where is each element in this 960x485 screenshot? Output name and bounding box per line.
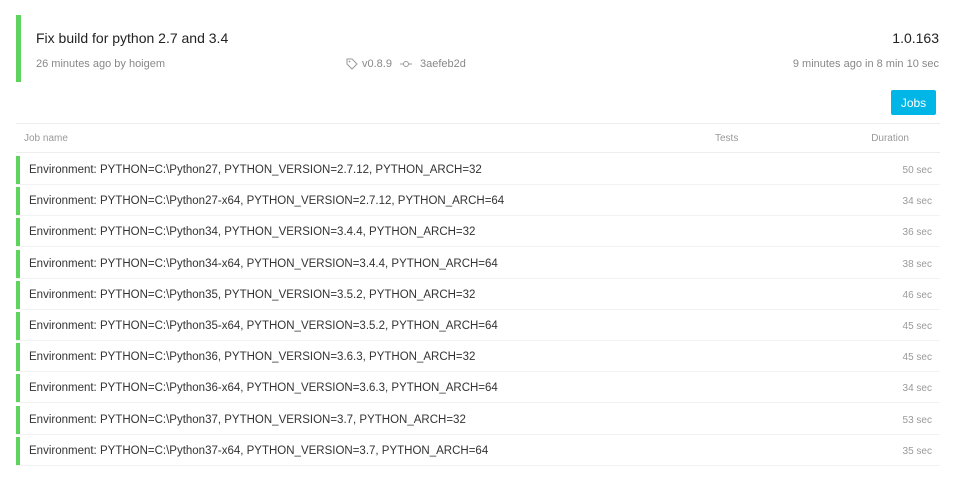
header-tests: Tests bbox=[715, 133, 739, 144]
job-status-bar bbox=[16, 405, 20, 434]
tag-icon bbox=[346, 58, 358, 70]
job-name: Environment: PYTHON=C:\Python37-x64, PYT… bbox=[29, 444, 489, 457]
job-status-bar bbox=[16, 343, 20, 372]
jobs-table: Environment: PYTHON=C:\Python27, PYTHON_… bbox=[16, 156, 940, 468]
job-status-bar bbox=[16, 280, 20, 309]
job-row[interactable]: Environment: PYTHON=C:\Python36-x64, PYT… bbox=[16, 374, 940, 404]
job-name: Environment: PYTHON=C:\Python27-x64, PYT… bbox=[29, 195, 505, 208]
job-status-bar bbox=[16, 374, 20, 403]
header-job-name: Job name bbox=[24, 133, 68, 144]
job-status-bar bbox=[16, 156, 20, 184]
job-duration: 45 sec bbox=[902, 320, 932, 332]
job-name: Environment: PYTHON=C:\Python36, PYTHON_… bbox=[29, 351, 476, 364]
job-duration: 34 sec bbox=[902, 196, 932, 208]
build-version: 1.0.163 bbox=[892, 30, 939, 46]
job-row[interactable]: Environment: PYTHON=C:\Python27-x64, PYT… bbox=[16, 187, 940, 217]
job-row[interactable]: Environment: PYTHON=C:\Python27, PYTHON_… bbox=[16, 156, 940, 185]
build-commit[interactable]: 3aefeb2d bbox=[420, 58, 466, 70]
job-row[interactable]: Environment: PYTHON=C:\Python37, PYTHON_… bbox=[16, 405, 940, 435]
job-duration: 36 sec bbox=[902, 227, 932, 239]
job-row[interactable]: Environment: PYTHON=C:\Python35, PYTHON_… bbox=[16, 280, 940, 310]
job-status-bar bbox=[16, 218, 20, 247]
job-duration: 38 sec bbox=[902, 258, 932, 270]
build-message: Fix build for python 2.7 and 3.4 bbox=[36, 30, 229, 46]
job-name: Environment: PYTHON=C:\Python37, PYTHON_… bbox=[29, 413, 466, 426]
build-refs: v0.8.9 3aefeb2d bbox=[346, 58, 466, 70]
job-row[interactable]: Environment: PYTHON=C:\Python34, PYTHON_… bbox=[16, 218, 940, 248]
job-duration: 50 sec bbox=[902, 165, 932, 176]
build-header: Fix build for python 2.7 and 3.4 1.0.163… bbox=[16, 15, 940, 82]
jobs-table-header: Job name Tests Duration bbox=[16, 123, 940, 153]
job-name: Environment: PYTHON=C:\Python35-x64, PYT… bbox=[29, 319, 498, 332]
job-duration: 45 sec bbox=[902, 352, 932, 364]
job-name: Environment: PYTHON=C:\Python36-x64, PYT… bbox=[29, 382, 498, 395]
build-status-bar bbox=[16, 15, 21, 82]
jobs-button[interactable]: Jobs bbox=[891, 90, 936, 115]
job-row[interactable]: Environment: PYTHON=C:\Python37-x64, PYT… bbox=[16, 436, 940, 466]
job-status-bar bbox=[16, 187, 20, 216]
job-name: Environment: PYTHON=C:\Python34-x64, PYT… bbox=[29, 257, 498, 270]
job-row[interactable]: Environment: PYTHON=C:\Python35-x64, PYT… bbox=[16, 311, 940, 341]
job-status-bar bbox=[16, 311, 20, 340]
build-finished: 9 minutes ago in 8 min 10 sec bbox=[792, 58, 939, 70]
job-duration: 53 sec bbox=[902, 414, 932, 426]
job-status-bar bbox=[16, 249, 20, 278]
job-status-bar bbox=[16, 436, 20, 465]
header-duration: Duration bbox=[871, 133, 909, 144]
job-name: Environment: PYTHON=C:\Python34, PYTHON_… bbox=[29, 226, 476, 239]
build-committed: 26 minutes ago by hoigem bbox=[36, 58, 166, 70]
job-row[interactable]: Environment: PYTHON=C:\Python36, PYTHON_… bbox=[16, 343, 940, 373]
job-duration: 34 sec bbox=[902, 383, 932, 395]
job-duration: 46 sec bbox=[902, 289, 932, 301]
job-row[interactable]: Environment: PYTHON=C:\Python34-x64, PYT… bbox=[16, 249, 940, 279]
job-duration: 35 sec bbox=[902, 445, 932, 457]
build-tag[interactable]: v0.8.9 bbox=[362, 58, 392, 70]
commit-icon bbox=[399, 59, 412, 69]
job-name: Environment: PYTHON=C:\Python35, PYTHON_… bbox=[29, 288, 476, 301]
job-name: Environment: PYTHON=C:\Python27, PYTHON_… bbox=[29, 164, 482, 176]
